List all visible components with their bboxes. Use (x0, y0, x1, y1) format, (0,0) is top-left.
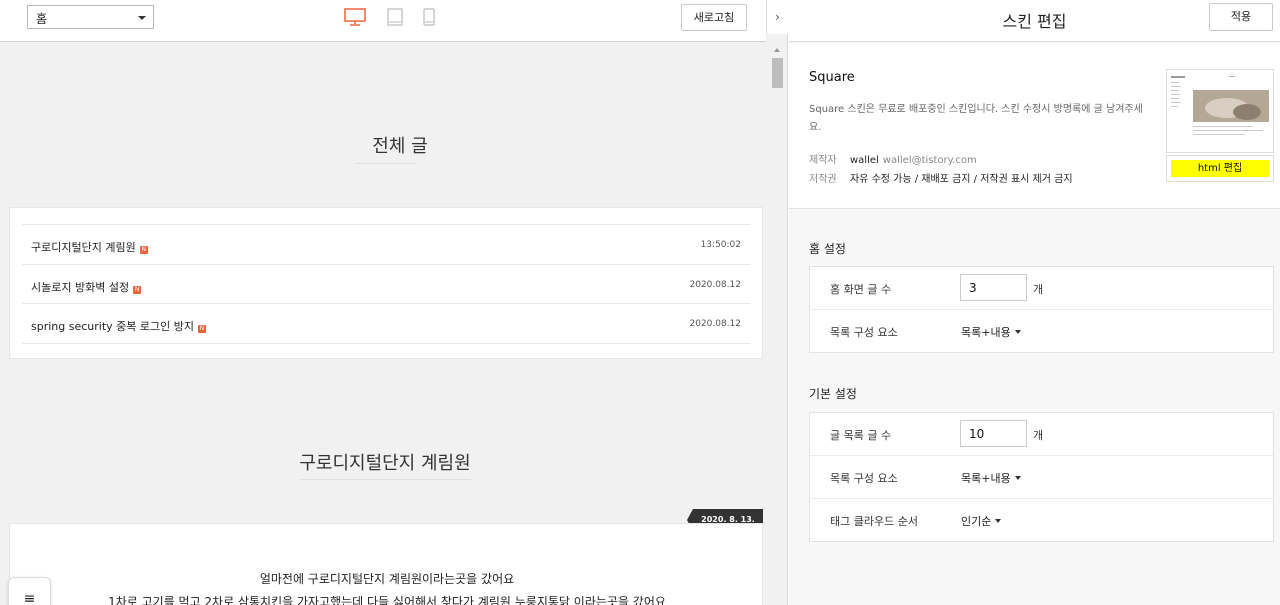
html-edit-button[interactable]: html 편집 (1166, 155, 1274, 182)
chevron-down-icon (1014, 330, 1021, 334)
license-value: 자유 수정 가능 / 재배포 금지 / 저작권 표시 제거 금지 (850, 174, 1073, 185)
setting-row: 글 목록 글 수 10 개 (810, 413, 1273, 456)
panel-title: 스킨 편집 (1002, 12, 1067, 31)
post-list-card: 구로디지털단지 계림원 N 13:50:02 시놀로지 방화벽 설정 N 2020.… (9, 207, 763, 359)
skin-thumbnail (1166, 69, 1274, 153)
panel-header: 스킨 편집 적용 (789, 0, 1280, 42)
setting-label: 목록 구성 요소 (830, 472, 898, 485)
skin-name: Square (809, 70, 855, 85)
chevron-down-icon (138, 16, 146, 20)
author-name: wallel (850, 155, 879, 166)
post-title: spring security 중복 로그인 방지 (31, 320, 194, 333)
setting-label: 태그 클라우드 순서 (830, 515, 918, 528)
skin-edit-panel: 스킨 편집 적용 Square Square 스킨은 무료로 배포중인 스킨입니… (789, 0, 1280, 605)
article-title: 구로디지털단지 계림원 (299, 453, 471, 474)
scroll-up-icon[interactable] (774, 48, 780, 52)
dropdown-value: 목록+내용 (961, 326, 1011, 339)
preview-toolbar: 홈 새로고침 (0, 0, 766, 42)
scroll-thumb[interactable] (772, 58, 783, 88)
article-text: 1차로 고기를 먹고 2차로 삼통치킨을 가자고했는데 다들 싫어해서 찾다가 … (108, 595, 666, 605)
setting-label: 글 목록 글 수 (830, 429, 892, 442)
post-list-item[interactable]: 구로디지털단지 계림원 N 13:50:02 (22, 224, 750, 264)
divider (22, 343, 750, 344)
new-badge: N (198, 325, 206, 333)
home-list-type-dropdown[interactable]: 목록+내용 (961, 324, 1021, 340)
collapse-panel-button[interactable]: › (766, 0, 788, 34)
tag-cloud-order-dropdown[interactable]: 인기순 (961, 513, 1002, 529)
skin-license: 저작권 자유 수정 가능 / 재배포 금지 / 저작권 표시 제거 금지 (809, 170, 1073, 185)
skin-author: 제작자 wallel wallel@tistory.com (809, 151, 977, 166)
setting-unit: 개 (1033, 283, 1044, 296)
tablet-icon[interactable] (387, 8, 403, 30)
home-post-count-input[interactable]: 3 (960, 274, 1027, 301)
post-list-title: 전체 글 (372, 136, 428, 157)
basic-settings-panel: 글 목록 글 수 10 개 목록 구성 요소 목록+내용 태그 클라우드 순서 … (809, 412, 1274, 542)
skin-editor-window: 홈 새로고침 › 전체 글 구로디지털단지 계림원 N 13:50:02 시놀로… (0, 0, 1280, 605)
post-date: 13:50:02 (700, 240, 741, 250)
post-date: 2020.08.12 (689, 319, 741, 329)
refresh-button[interactable]: 새로고침 (681, 4, 747, 31)
new-badge: N (133, 286, 142, 294)
dropdown-value: 목록+내용 (961, 472, 1011, 485)
setting-row: 목록 구성 요소 목록+내용 (810, 310, 1273, 353)
setting-label: 목록 구성 요소 (830, 326, 898, 339)
home-settings-panel: 홈 화면 글 수 3 개 목록 구성 요소 목록+내용 (809, 266, 1274, 353)
setting-row: 태그 클라우드 순서 인기순 (810, 499, 1273, 542)
mobile-icon[interactable] (423, 8, 435, 30)
basic-settings-title: 기본 설정 (809, 387, 857, 401)
hamburger-icon: ≡ (23, 591, 36, 605)
title-underline (301, 479, 471, 480)
menu-button[interactable]: ≡ (8, 577, 51, 605)
article-body: 얼마전에 구로디지털단지 계림원이라는곳을 갔어요 1차로 고기를 먹고 2차로… (9, 523, 763, 605)
skin-info: Square Square 스킨은 무료로 배포중인 스킨입니다. 스킨 수정시… (789, 43, 1280, 209)
setting-label: 홈 화면 글 수 (830, 283, 892, 296)
post-date: 2020.08.12 (689, 280, 741, 290)
chevron-down-icon (1014, 476, 1021, 480)
title-underline (355, 163, 415, 164)
list-type-dropdown[interactable]: 목록+내용 (961, 470, 1021, 486)
setting-row: 홈 화면 글 수 3 개 (810, 267, 1273, 310)
apply-button[interactable]: 적용 (1209, 3, 1273, 31)
setting-unit: 개 (1033, 429, 1044, 442)
new-badge: N (139, 246, 148, 254)
dropdown-value: 인기순 (961, 515, 992, 528)
post-title: 구로디지털단지 계림원 (31, 241, 136, 254)
article-text: 얼마전에 구로디지털단지 계림원이라는곳을 갔어요 (259, 572, 515, 586)
page-select-value: 홈 (36, 12, 48, 26)
author-key: 제작자 (809, 155, 837, 166)
html-edit-label: html 편집 (1171, 160, 1269, 177)
author-email: wallel@tistory.com (882, 155, 977, 166)
list-post-count-input[interactable]: 10 (960, 420, 1027, 447)
preview-area: 홈 새로고침 › 전체 글 구로디지털단지 계림원 N 13:50:02 시놀로… (0, 0, 788, 605)
post-list-item[interactable]: 시놀로지 방화벽 설정 N 2020.08.12 (22, 264, 750, 304)
skin-description: Square 스킨은 무료로 배포중인 스킨입니다. 스킨 수정시 방명록에 글… (809, 104, 1143, 133)
chevron-down-icon (995, 519, 1002, 523)
post-title: 시놀로지 방화벽 설정 (31, 281, 130, 294)
license-key: 저작권 (809, 174, 837, 185)
preview-scrollbar[interactable] (770, 42, 786, 605)
home-settings-title: 홈 설정 (809, 242, 846, 256)
setting-row: 목록 구성 요소 목록+내용 (810, 456, 1273, 499)
page-select[interactable]: 홈 (27, 5, 154, 29)
desktop-icon[interactable] (344, 8, 366, 30)
post-list-item[interactable]: spring security 중복 로그인 방지 N 2020.08.12 (22, 303, 750, 343)
